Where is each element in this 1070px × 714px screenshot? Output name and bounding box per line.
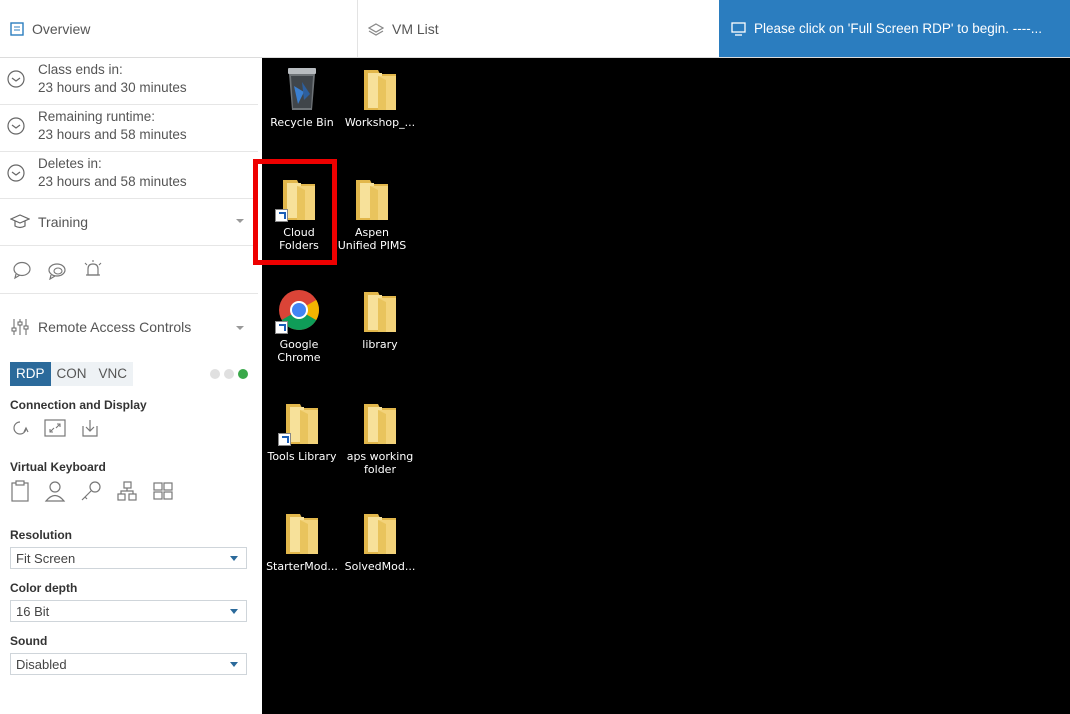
virtual-keyboard-label: Virtual Keyboard — [10, 460, 106, 474]
timer-value: 23 hours and 30 minutes — [38, 80, 187, 95]
desktop-icon-label: aps working folder — [346, 450, 414, 476]
color-depth-select[interactable]: 16 Bit — [10, 600, 247, 622]
timer-label: Class ends in: — [38, 62, 123, 77]
instruction-banner[interactable]: Please click on 'Full Screen RDP' to beg… — [719, 0, 1070, 57]
protocol-vnc[interactable]: VNC — [92, 362, 134, 386]
tab-overview[interactable]: Overview — [0, 0, 358, 57]
desktop-icon-library[interactable]: library — [340, 286, 420, 351]
remote-access-label: Remote Access Controls — [38, 319, 192, 335]
tab-vm-list[interactable]: VM List — [358, 0, 719, 57]
timer-deletes-in: Deletes in: 23 hours and 58 minutes — [0, 152, 258, 199]
desktop-icon-aps-working-folder[interactable]: aps working folder — [340, 398, 420, 476]
training-label: Training — [38, 214, 89, 230]
user-icon[interactable] — [44, 480, 66, 502]
clock-icon — [7, 117, 25, 135]
banner-text: Please click on 'Full Screen RDP' to beg… — [754, 21, 1043, 36]
desktop-icon-startermod[interactable]: StarterMod... — [262, 508, 342, 573]
overview-icon — [10, 21, 24, 36]
desktop-icon-google-chrome[interactable]: Google Chrome — [259, 286, 339, 364]
sound-select[interactable]: Disabled — [10, 653, 247, 675]
highlight-box — [253, 159, 337, 265]
status-dot — [224, 369, 234, 379]
tab-vm-list-label: VM List — [392, 20, 439, 37]
connection-actions — [0, 418, 258, 438]
folder-icon — [364, 292, 396, 332]
resolution-label: Resolution — [10, 528, 72, 542]
bell-icon[interactable] — [82, 259, 104, 280]
sidebar: Class ends in: 23 hours and 30 minutes R… — [0, 58, 258, 714]
desktop-icon-label: library — [362, 338, 398, 351]
tab-overview-label: Overview — [32, 20, 91, 37]
sound-label: Sound — [10, 634, 48, 648]
shortcut-arrow-icon — [278, 433, 291, 446]
dropdown-arrow-icon — [230, 661, 238, 667]
protocol-selector: RDP CON VNC — [0, 360, 258, 388]
folder-icon — [286, 514, 318, 554]
color-depth-value: 16 Bit — [16, 603, 50, 619]
clock-icon — [7, 70, 25, 88]
desktop-icon-tools-library[interactable]: Tools Library — [262, 398, 342, 463]
monitor-icon — [731, 21, 746, 36]
color-depth-label: Color depth — [10, 581, 78, 595]
dropdown-arrow-icon — [230, 555, 238, 561]
chevron-down-icon — [236, 326, 244, 330]
key-icon[interactable] — [80, 480, 102, 502]
fullscreen-icon[interactable] — [44, 418, 66, 438]
clipboard-icon[interactable] — [10, 480, 30, 502]
desktop-icon-label: Aspen Unified PIMS — [337, 226, 407, 252]
training-section-header[interactable]: Training — [0, 199, 258, 246]
chat-icon[interactable] — [12, 260, 32, 280]
status-dot-connected — [238, 369, 248, 379]
status-dot — [210, 369, 220, 379]
folder-icon — [356, 180, 388, 220]
desktop-icon-aspen-unified-pims[interactable]: Aspen Unified PIMS — [332, 174, 412, 252]
folder-icon — [364, 70, 396, 110]
layers-icon — [368, 22, 384, 36]
windows-key-icon[interactable] — [152, 480, 174, 502]
resolution-select[interactable]: Fit Screen — [10, 547, 247, 569]
connection-display-label: Connection and Display — [10, 398, 147, 412]
folder-icon — [364, 514, 396, 554]
top-bar: Overview VM List Please click on 'Full S… — [0, 0, 1070, 58]
timer-class-ends: Class ends in: 23 hours and 30 minutes — [0, 58, 258, 105]
resolution-value: Fit Screen — [16, 550, 76, 566]
download-icon[interactable] — [80, 418, 100, 438]
shortcut-arrow-icon — [275, 321, 288, 334]
sliders-icon — [11, 319, 29, 335]
desktop-icon-label: Tools Library — [267, 450, 337, 463]
desktop-icon-label: StarterMod... — [266, 560, 338, 573]
protocol-con[interactable]: CON — [50, 362, 93, 386]
desktop-icon-label: Workshop_... — [344, 116, 416, 129]
sound-value: Disabled — [16, 656, 67, 672]
graduation-cap-icon — [10, 214, 30, 229]
timer-value: 23 hours and 58 minutes — [38, 127, 187, 142]
recycle-bin-icon — [288, 68, 316, 110]
chevron-down-icon — [236, 219, 244, 223]
timer-value: 23 hours and 58 minutes — [38, 174, 187, 189]
remote-desktop[interactable]: Recycle Bin Workshop_... Cloud Folders A… — [262, 58, 1070, 714]
group-chat-icon[interactable] — [46, 260, 68, 280]
protocol-rdp[interactable]: RDP — [10, 362, 51, 386]
network-icon[interactable] — [116, 480, 138, 502]
desktop-icon-workshop[interactable]: Workshop_... — [340, 64, 420, 129]
desktop-icon-label: SolvedMod... — [344, 560, 416, 573]
timer-remaining-runtime: Remaining runtime: 23 hours and 58 minut… — [0, 105, 258, 152]
training-actions — [0, 246, 258, 294]
remote-access-header[interactable]: Remote Access Controls — [0, 294, 258, 360]
virtual-keyboard-actions — [0, 480, 258, 502]
folder-icon — [364, 404, 396, 444]
timer-label: Remaining runtime: — [38, 109, 156, 124]
desktop-icon-solvedmod[interactable]: SolvedMod... — [340, 508, 420, 573]
dropdown-arrow-icon — [230, 608, 238, 614]
desktop-icon-label: Recycle Bin — [270, 116, 334, 129]
desktop-icon-label: Google Chrome — [277, 338, 321, 364]
connection-status — [210, 369, 248, 379]
refresh-icon[interactable] — [10, 418, 30, 438]
timer-label: Deletes in: — [38, 156, 102, 171]
desktop-icon-recycle-bin[interactable]: Recycle Bin — [262, 64, 342, 129]
clock-icon — [7, 164, 25, 182]
